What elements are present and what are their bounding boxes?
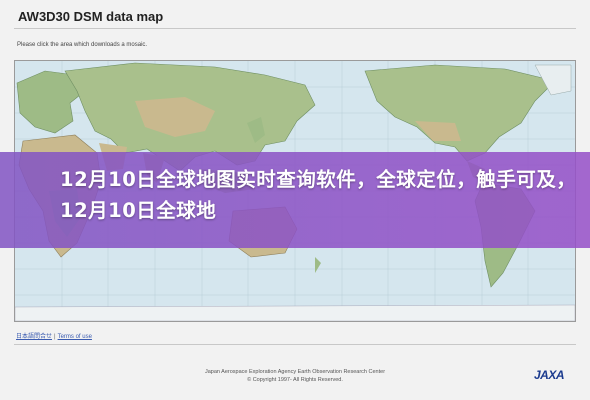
terms-of-use-link[interactable]: Terms of use (58, 334, 92, 340)
contact-link[interactable]: 日本語問合せ (16, 334, 52, 340)
overlay-banner: 12月10日全球地图实时查询软件，全球定位，触手可及，12月10日全球地 (0, 152, 590, 248)
link-separator: | (54, 334, 56, 340)
copyright-text: © Copyright 1997- All Rights Reserved. (247, 377, 343, 383)
footer-links: 日本語問合せ | Terms of use (16, 331, 92, 340)
title-divider (14, 28, 576, 29)
footer-divider (14, 344, 576, 345)
page: AW3D30 DSM data map Please click the are… (0, 0, 590, 400)
instruction-text: Please click the area which downloads a … (17, 42, 148, 48)
agency-credit: Japan Aerospace Exploration Agency Earth… (204, 369, 386, 375)
page-title: AW3D30 DSM data map (18, 9, 164, 24)
banner-headline: 12月10日全球地图实时查询软件，全球定位，触手可及，12月10日全球地 (60, 168, 577, 222)
jaxa-logo[interactable]: JAXA (534, 368, 565, 382)
